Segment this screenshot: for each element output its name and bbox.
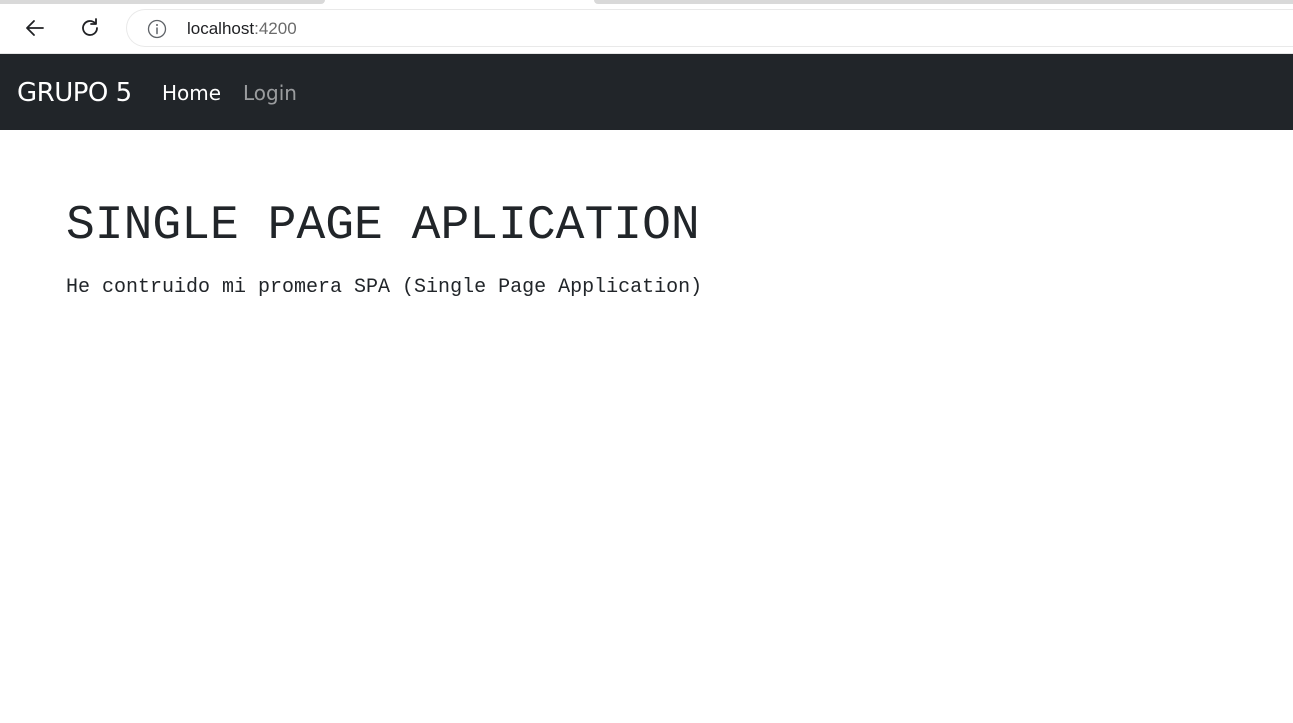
page-title: SINGLE PAGE APLICATION <box>66 199 700 253</box>
url-text[interactable]: localhost:4200 <box>187 10 297 48</box>
browser-toolbar: localhost:4200 <box>0 5 1293 54</box>
reload-button[interactable] <box>73 11 107 45</box>
site-navbar: GRUPO 5 Home Login <box>0 54 1293 130</box>
nav-link-login[interactable]: Login <box>243 54 297 130</box>
url-host: localhost <box>187 19 255 38</box>
inactive-tab-right[interactable] <box>594 0 1293 4</box>
page-description: He contruido mi promera SPA (Single Page… <box>66 276 703 299</box>
nav-link-home[interactable]: Home <box>162 54 221 130</box>
inactive-tab-left[interactable] <box>0 0 325 4</box>
address-bar[interactable]: localhost:4200 <box>126 9 1293 47</box>
back-button[interactable] <box>18 11 52 45</box>
reload-icon <box>82 18 98 36</box>
info-icon[interactable] <box>147 19 167 39</box>
arrow-left-icon <box>26 20 44 36</box>
navbar-brand[interactable]: GRUPO 5 <box>17 54 132 130</box>
url-port: :4200 <box>254 19 297 38</box>
